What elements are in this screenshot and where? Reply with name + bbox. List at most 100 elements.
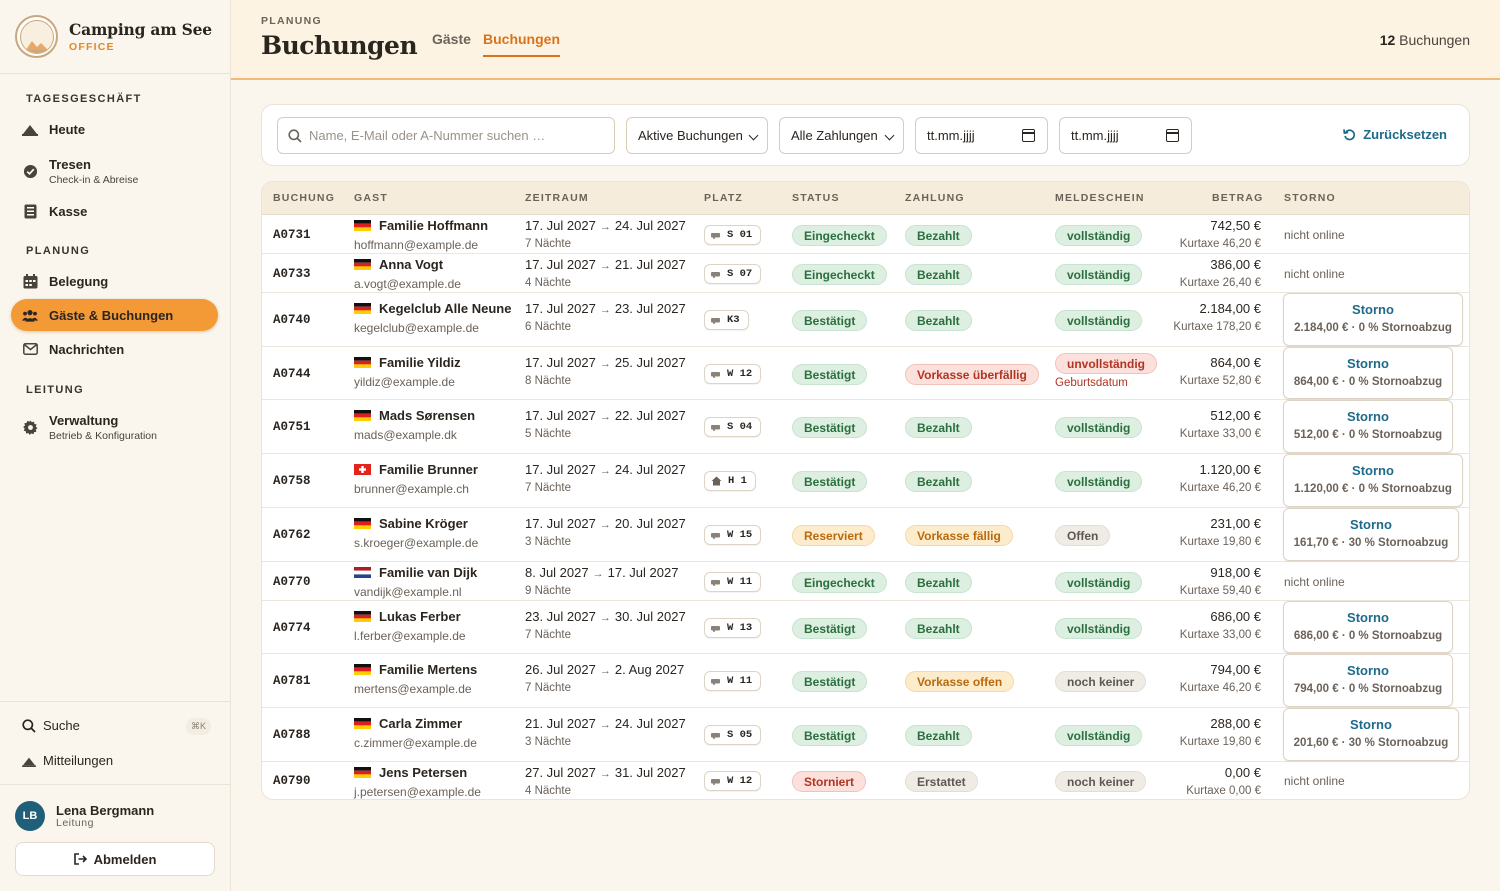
search-input[interactable]: Name, E-Mail oder A-Nummer suchen … <box>277 117 615 154</box>
table-row[interactable]: A0751 Mads Sørensen mads@example.dk 17. Jul… <box>262 400 1469 454</box>
date-from-input[interactable]: tt.mm.jjjj <box>915 117 1048 154</box>
booking-id[interactable]: A0781 <box>273 674 311 688</box>
table-row[interactable]: A0790 Jens Petersen j.petersen@example.de 2… <box>262 762 1469 799</box>
nav-section-tagesgeschaeft: TAGESGESCHÄFT <box>26 93 142 105</box>
payment-select-value: Alle Zahlungen <box>791 128 878 143</box>
booking-id[interactable]: A0762 <box>273 528 311 542</box>
plot-badge[interactable]: S 01 <box>704 225 762 245</box>
plot-badge[interactable]: S 05 <box>704 725 762 745</box>
booking-id[interactable]: A0744 <box>273 367 311 381</box>
storno-button[interactable]: Storno 512,00 € · 0 % Stornoabzug <box>1283 400 1453 453</box>
arrow-right-icon: → <box>599 221 611 233</box>
flag-icon <box>354 718 379 729</box>
booking-id[interactable]: A0758 <box>273 474 311 488</box>
booking-id[interactable]: A0731 <box>273 228 311 242</box>
plot-badge[interactable]: W 11 <box>704 572 762 592</box>
plot-badge[interactable]: H 1 <box>704 471 756 491</box>
sidebar-item-tresen[interactable]: Tresen Check-in & Abreise <box>11 154 218 188</box>
sidebar-item-nachrichten[interactable]: Nachrichten <box>11 333 218 365</box>
payment-text: Erstattet <box>905 771 978 792</box>
booking-id[interactable]: A0790 <box>273 774 311 788</box>
table-row[interactable]: A0740 Kegelclub Alle Neune kegelclub@examp… <box>262 293 1469 347</box>
date-from: 17. Jul 2027 <box>525 355 596 370</box>
table-row[interactable]: A0758 Familie Brunner brunner@example.ch 17… <box>262 454 1469 508</box>
amount: 231,00 € <box>1210 516 1261 531</box>
storno-button[interactable]: Storno 864,00 € · 0 % Stornoabzug <box>1283 347 1453 399</box>
guest-name[interactable]: Mads Sørensen <box>354 408 475 423</box>
guest-name[interactable]: Anna Vogt <box>354 257 443 272</box>
guest-name[interactable]: Familie Brunner <box>354 462 478 477</box>
date-to-input[interactable]: tt.mm.jjjj <box>1059 117 1192 154</box>
storno-button[interactable]: Storno 201,60 € · 30 % Stornoabzug <box>1283 708 1459 761</box>
guest-name[interactable]: Jens Petersen <box>354 765 467 780</box>
search-link[interactable]: Suche <box>22 718 80 733</box>
booking-id[interactable]: A0788 <box>273 728 311 742</box>
sidebar-item-belegung[interactable]: Belegung <box>11 265 218 297</box>
guest-name[interactable]: Familie van Dijk <box>354 565 477 580</box>
guest-email: s.kroeger@example.de <box>354 536 479 550</box>
status-text: Storniert <box>792 771 867 792</box>
status-select[interactable]: Aktive Buchungen <box>626 117 768 154</box>
storno-button[interactable]: Storno 1.120,00 € · 0 % Stornoabzug <box>1283 454 1463 507</box>
plot-badge[interactable]: S 04 <box>704 417 762 437</box>
status-badge: Eingecheckt <box>792 572 887 593</box>
storno-button[interactable]: Storno 161,70 € · 30 % Stornoabzug <box>1283 508 1459 561</box>
arrow-right-icon: → <box>592 568 604 580</box>
booking-id[interactable]: A0770 <box>273 575 311 589</box>
plot-badge[interactable]: W 15 <box>704 525 762 545</box>
logout-button[interactable]: Abmelden <box>15 842 215 876</box>
table-row[interactable]: A0774 Lukas Ferber l.ferber@example.de 23. … <box>262 601 1469 654</box>
plot-number: W 11 <box>727 576 753 588</box>
nights: 7 Nächte <box>525 682 572 694</box>
chevron-down-icon <box>884 130 895 141</box>
status-badge: Bestätigt <box>792 364 868 385</box>
mitteilungen-link[interactable]: Mitteilungen <box>22 753 113 768</box>
table-row[interactable]: A0762 Sabine Kröger s.kroeger@example.de 17… <box>262 508 1469 562</box>
reset-button[interactable]: Zurücksetzen <box>1343 127 1447 142</box>
kurtaxe: Kurtaxe 33,00 € <box>1179 629 1261 641</box>
tab-buchungen[interactable]: Buchungen <box>483 31 560 57</box>
booking-id[interactable]: A0740 <box>273 313 311 327</box>
booking-id[interactable]: A0733 <box>273 267 311 281</box>
booking-id[interactable]: A0774 <box>273 621 311 635</box>
guest-name[interactable]: Carla Zimmer <box>354 716 462 731</box>
payment-select[interactable]: Alle Zahlungen <box>779 117 904 154</box>
plot-badge[interactable]: W 12 <box>704 771 762 791</box>
plot-badge[interactable]: S 07 <box>704 264 762 284</box>
plot-badge[interactable]: W 13 <box>704 618 762 638</box>
table-row[interactable]: A0733 Anna Vogt a.vogt@example.de 17. Jul 2… <box>262 254 1469 293</box>
tab-gaeste[interactable]: Gäste <box>432 31 471 55</box>
flag-icon <box>354 464 379 475</box>
booking-id[interactable]: A0751 <box>273 420 311 434</box>
guest-name[interactable]: Familie Hoffmann <box>354 218 488 233</box>
table-row[interactable]: A0744 Familie Yildiz yildiz@example.de 17. … <box>262 347 1469 400</box>
storno-button[interactable]: Storno 686,00 € · 0 % Stornoabzug <box>1283 601 1453 653</box>
sidebar-item-sublabel: Betrieb & Konfiguration <box>49 429 157 442</box>
sidebar-item-heute[interactable]: Heute <box>11 113 218 145</box>
guest-email: l.ferber@example.de <box>354 629 466 643</box>
table-row[interactable]: A0781 Familie Mertens mertens@example.de 26… <box>262 654 1469 708</box>
plot-badge[interactable]: K3 <box>704 310 749 330</box>
sidebar-item-gaeste-buchungen[interactable]: Gäste & Buchungen <box>11 299 218 331</box>
guest-name[interactable]: Sabine Kröger <box>354 516 468 531</box>
sidebar-item-verwaltung[interactable]: Verwaltung Betrieb & Konfiguration <box>11 410 218 444</box>
guest-name[interactable]: Familie Yildiz <box>354 355 461 370</box>
guest-name[interactable]: Kegelclub Alle Neune <box>354 301 511 316</box>
sidebar-item-kasse[interactable]: Kasse <box>11 195 218 227</box>
plot-badge[interactable]: W 12 <box>704 364 762 384</box>
search-icon <box>288 128 302 143</box>
nav-section-leitung: LEITUNG <box>26 384 85 396</box>
tent-icon <box>22 755 36 767</box>
amount: 864,00 € <box>1210 355 1261 370</box>
storno-button[interactable]: Storno 794,00 € · 0 % Stornoabzug <box>1283 654 1453 707</box>
nights: 8 Nächte <box>525 375 572 387</box>
table-row[interactable]: A0788 Carla Zimmer c.zimmer@example.de 21. … <box>262 708 1469 762</box>
plot-badge[interactable]: W 11 <box>704 671 762 691</box>
guest-email: a.vogt@example.de <box>354 277 461 291</box>
table-row[interactable]: A0770 Familie van Dijk vandijk@example.nl 8… <box>262 562 1469 601</box>
guest-name[interactable]: Familie Mertens <box>354 662 477 677</box>
guest-email: yildiz@example.de <box>354 375 455 389</box>
table-row[interactable]: A0731 Familie Hoffmann hoffmann@example.de… <box>262 215 1469 254</box>
guest-name[interactable]: Lukas Ferber <box>354 609 461 624</box>
storno-button[interactable]: Storno 2.184,00 € · 0 % Stornoabzug <box>1283 293 1463 346</box>
